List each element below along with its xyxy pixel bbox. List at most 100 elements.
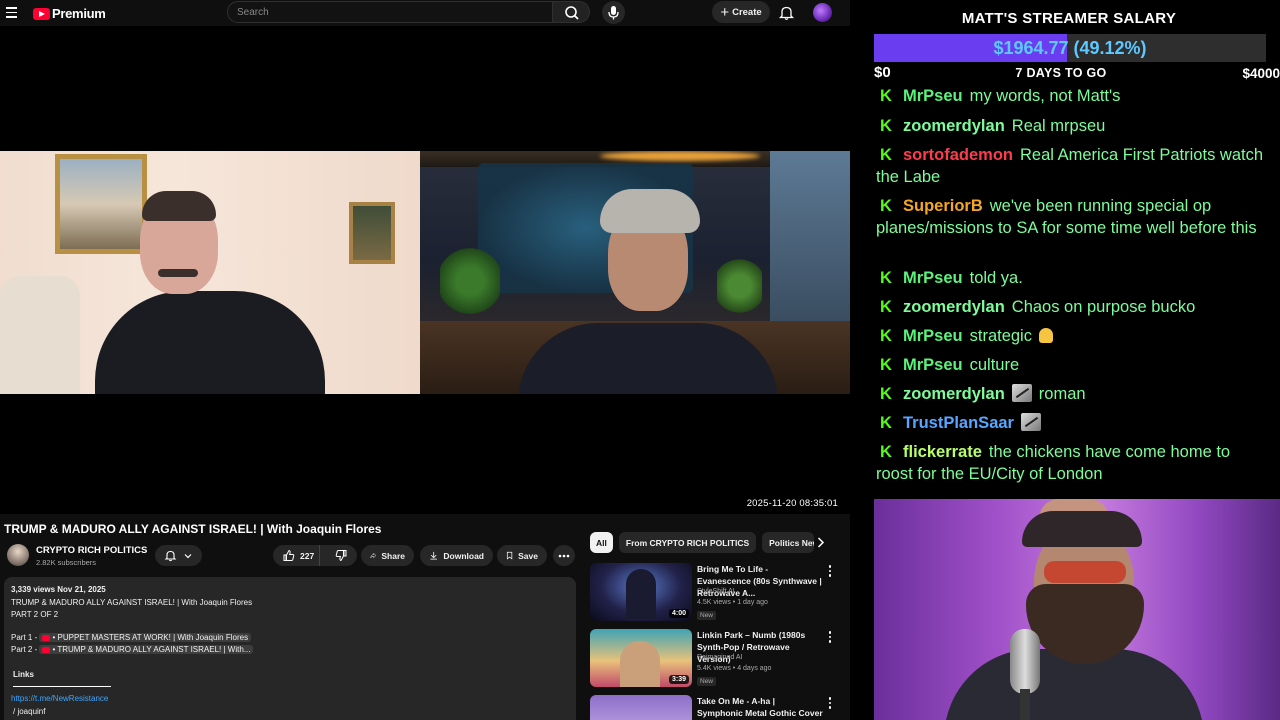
- new-badge: New: [697, 611, 717, 620]
- bookmark-icon: [506, 551, 513, 560]
- chat-text: Real mrpseu: [1011, 117, 1106, 135]
- recommended-channel[interactable]: Reimagined AI: [697, 654, 743, 661]
- create-button[interactable]: + Create: [712, 1, 770, 23]
- download-button[interactable]: Download: [420, 545, 493, 566]
- account-avatar[interactable]: [813, 3, 832, 22]
- youtube-logo[interactable]: Premium: [33, 6, 106, 21]
- chat-username[interactable]: TrustPlanSaar: [903, 414, 1014, 432]
- kick-badge-icon: K: [880, 87, 892, 105]
- social-link[interactable]: / joaquinf: [13, 707, 45, 716]
- microphone-stand: [1020, 689, 1030, 720]
- wall-painting-small: [349, 202, 395, 264]
- download-label: Download: [443, 550, 484, 561]
- video-thumbnail[interactable]: [590, 695, 692, 720]
- chat-username[interactable]: sortofademon: [903, 146, 1013, 164]
- voice-search-button[interactable]: [602, 1, 625, 24]
- video-duration: 4:00: [668, 609, 689, 618]
- more-actions-button[interactable]: [553, 545, 575, 566]
- wall-painting: [55, 154, 147, 254]
- more-vertical-icon[interactable]: [826, 565, 834, 579]
- video-player[interactable]: 2025-11-20 08:35:01: [0, 26, 850, 514]
- chat-message: K SuperiorB we've been running special op …: [876, 196, 1266, 239]
- more-vertical-icon[interactable]: [826, 631, 834, 645]
- part1-prefix: Part 1 -: [11, 633, 38, 642]
- menu-icon[interactable]: [6, 7, 17, 18]
- part2-link[interactable]: • TRUMP & MADURO ALLY AGAINST ISRAEL! | …: [39, 645, 254, 654]
- thumbnail-figure: [626, 569, 656, 619]
- kick-badge-icon: K: [880, 146, 892, 164]
- chip-politics-news[interactable]: Politics News: [762, 532, 815, 553]
- search-box: [227, 1, 553, 23]
- chat-username[interactable]: SuperiorB: [903, 197, 983, 215]
- channel-name[interactable]: CRYPTO RICH POLITICS: [36, 545, 147, 556]
- save-button[interactable]: Save: [497, 545, 547, 566]
- chips-next-button[interactable]: [812, 534, 829, 551]
- chat-username[interactable]: MrPseu: [903, 269, 963, 287]
- stream-overlay: MATT'S STREAMER SALARY $1964.77 (49.12%)…: [850, 0, 1280, 720]
- channel-avatar[interactable]: [7, 544, 29, 566]
- description-line: TRUMP & MADURO ALLY AGAINST ISRAEL! | Wi…: [11, 598, 253, 607]
- part2-prefix: Part 2 -: [11, 645, 38, 654]
- kick-badge-icon: K: [880, 414, 892, 432]
- recommended-video[interactable]: 3:39 Linkin Park – Numb (1980s Synth-Pop…: [590, 629, 840, 689]
- chip-from-channel[interactable]: From CRYPTO RICH POLITICS: [618, 532, 757, 553]
- bell-icon: [778, 6, 795, 20]
- links-divider: [13, 686, 111, 687]
- kick-badge-icon: K: [880, 356, 892, 374]
- chip-all[interactable]: All: [590, 532, 613, 553]
- telegram-link[interactable]: https://t.me/NewResistance: [11, 694, 108, 703]
- streamer-glasses: [1044, 561, 1126, 583]
- description-line: PART 2 OF 2: [11, 610, 59, 619]
- salary-progress-bar: $1964.77 (49.12%): [874, 34, 1266, 62]
- chat-username[interactable]: MrPseu: [903, 327, 963, 345]
- streamer-webcam: [874, 499, 1280, 720]
- youtube-play-icon: [33, 7, 50, 20]
- dislike-button[interactable]: [325, 545, 357, 566]
- kick-badge-icon: K: [880, 269, 892, 287]
- host-body: [518, 323, 778, 394]
- more-horizontal-icon: [558, 554, 570, 557]
- chat-username[interactable]: zoomerdylan: [903, 117, 1005, 135]
- youtube-masthead: Premium + Create: [0, 0, 850, 26]
- video-thumbnail[interactable]: 3:39: [590, 629, 692, 687]
- subscribed-button[interactable]: [155, 545, 202, 566]
- chat-username[interactable]: flickerrate: [903, 443, 982, 461]
- youtube-window: Premium + Create: [0, 0, 850, 720]
- save-label: Save: [518, 550, 538, 561]
- youtube-icon: [42, 646, 51, 653]
- video-thumbnail[interactable]: 4:00: [590, 563, 692, 621]
- microphone: [1010, 629, 1040, 694]
- chat-username[interactable]: MrPseu: [903, 356, 963, 374]
- kick-badge-icon: K: [880, 298, 892, 316]
- recommended-video[interactable]: 4:00 Bring Me To Life - Evanescence (80s…: [590, 563, 840, 623]
- chat-message: Ksortofademon Real America First Patriots…: [876, 145, 1266, 188]
- notifications-button[interactable]: [778, 4, 795, 21]
- share-button[interactable]: Share: [361, 545, 414, 566]
- recommended-channel[interactable]: StyleShift AI: [697, 588, 735, 595]
- chat-message: Kzoomerdylan Chaos on purpose bucko: [876, 297, 1266, 319]
- recommended-video[interactable]: Take On Me - A-ha | Symphonic Metal Goth…: [590, 695, 840, 720]
- kick-badge-icon: K: [880, 327, 892, 345]
- salute-emote-icon: [1020, 413, 1041, 431]
- chat-username[interactable]: MrPseu: [903, 87, 963, 105]
- part1-link[interactable]: • PUPPET MASTERS AT WORK! | With Joaquin…: [39, 633, 252, 642]
- chat-username[interactable]: zoomerdylan: [903, 385, 1005, 403]
- sofa: [0, 276, 80, 394]
- chat-text: culture: [969, 356, 1020, 374]
- recommended-title[interactable]: Take On Me - A-ha | Symphonic Metal Goth…: [697, 695, 823, 719]
- youtube-premium-label: Premium: [52, 6, 106, 21]
- chat-message: Kzoomerdylan Real mrpseu: [876, 116, 1266, 138]
- more-vertical-icon[interactable]: [826, 697, 834, 711]
- salary-progress-text: $1964.77 (49.12%): [993, 38, 1147, 58]
- thumbs-up-icon: [283, 549, 295, 561]
- like-count: 227: [300, 550, 315, 561]
- chat-message: K MrPseu my words, not Matt's: [876, 86, 1266, 108]
- search-button[interactable]: [552, 1, 590, 23]
- new-badge: New: [697, 677, 717, 686]
- chat-username[interactable]: zoomerdylan: [903, 298, 1005, 316]
- kick-badge-icon: K: [880, 443, 892, 461]
- search-input[interactable]: [228, 2, 552, 23]
- like-button[interactable]: 227: [273, 545, 321, 566]
- video-description[interactable]: 3,339 views Nov 21, 2025 TRUMP & MADURO …: [4, 577, 576, 720]
- host-hair: [600, 189, 700, 233]
